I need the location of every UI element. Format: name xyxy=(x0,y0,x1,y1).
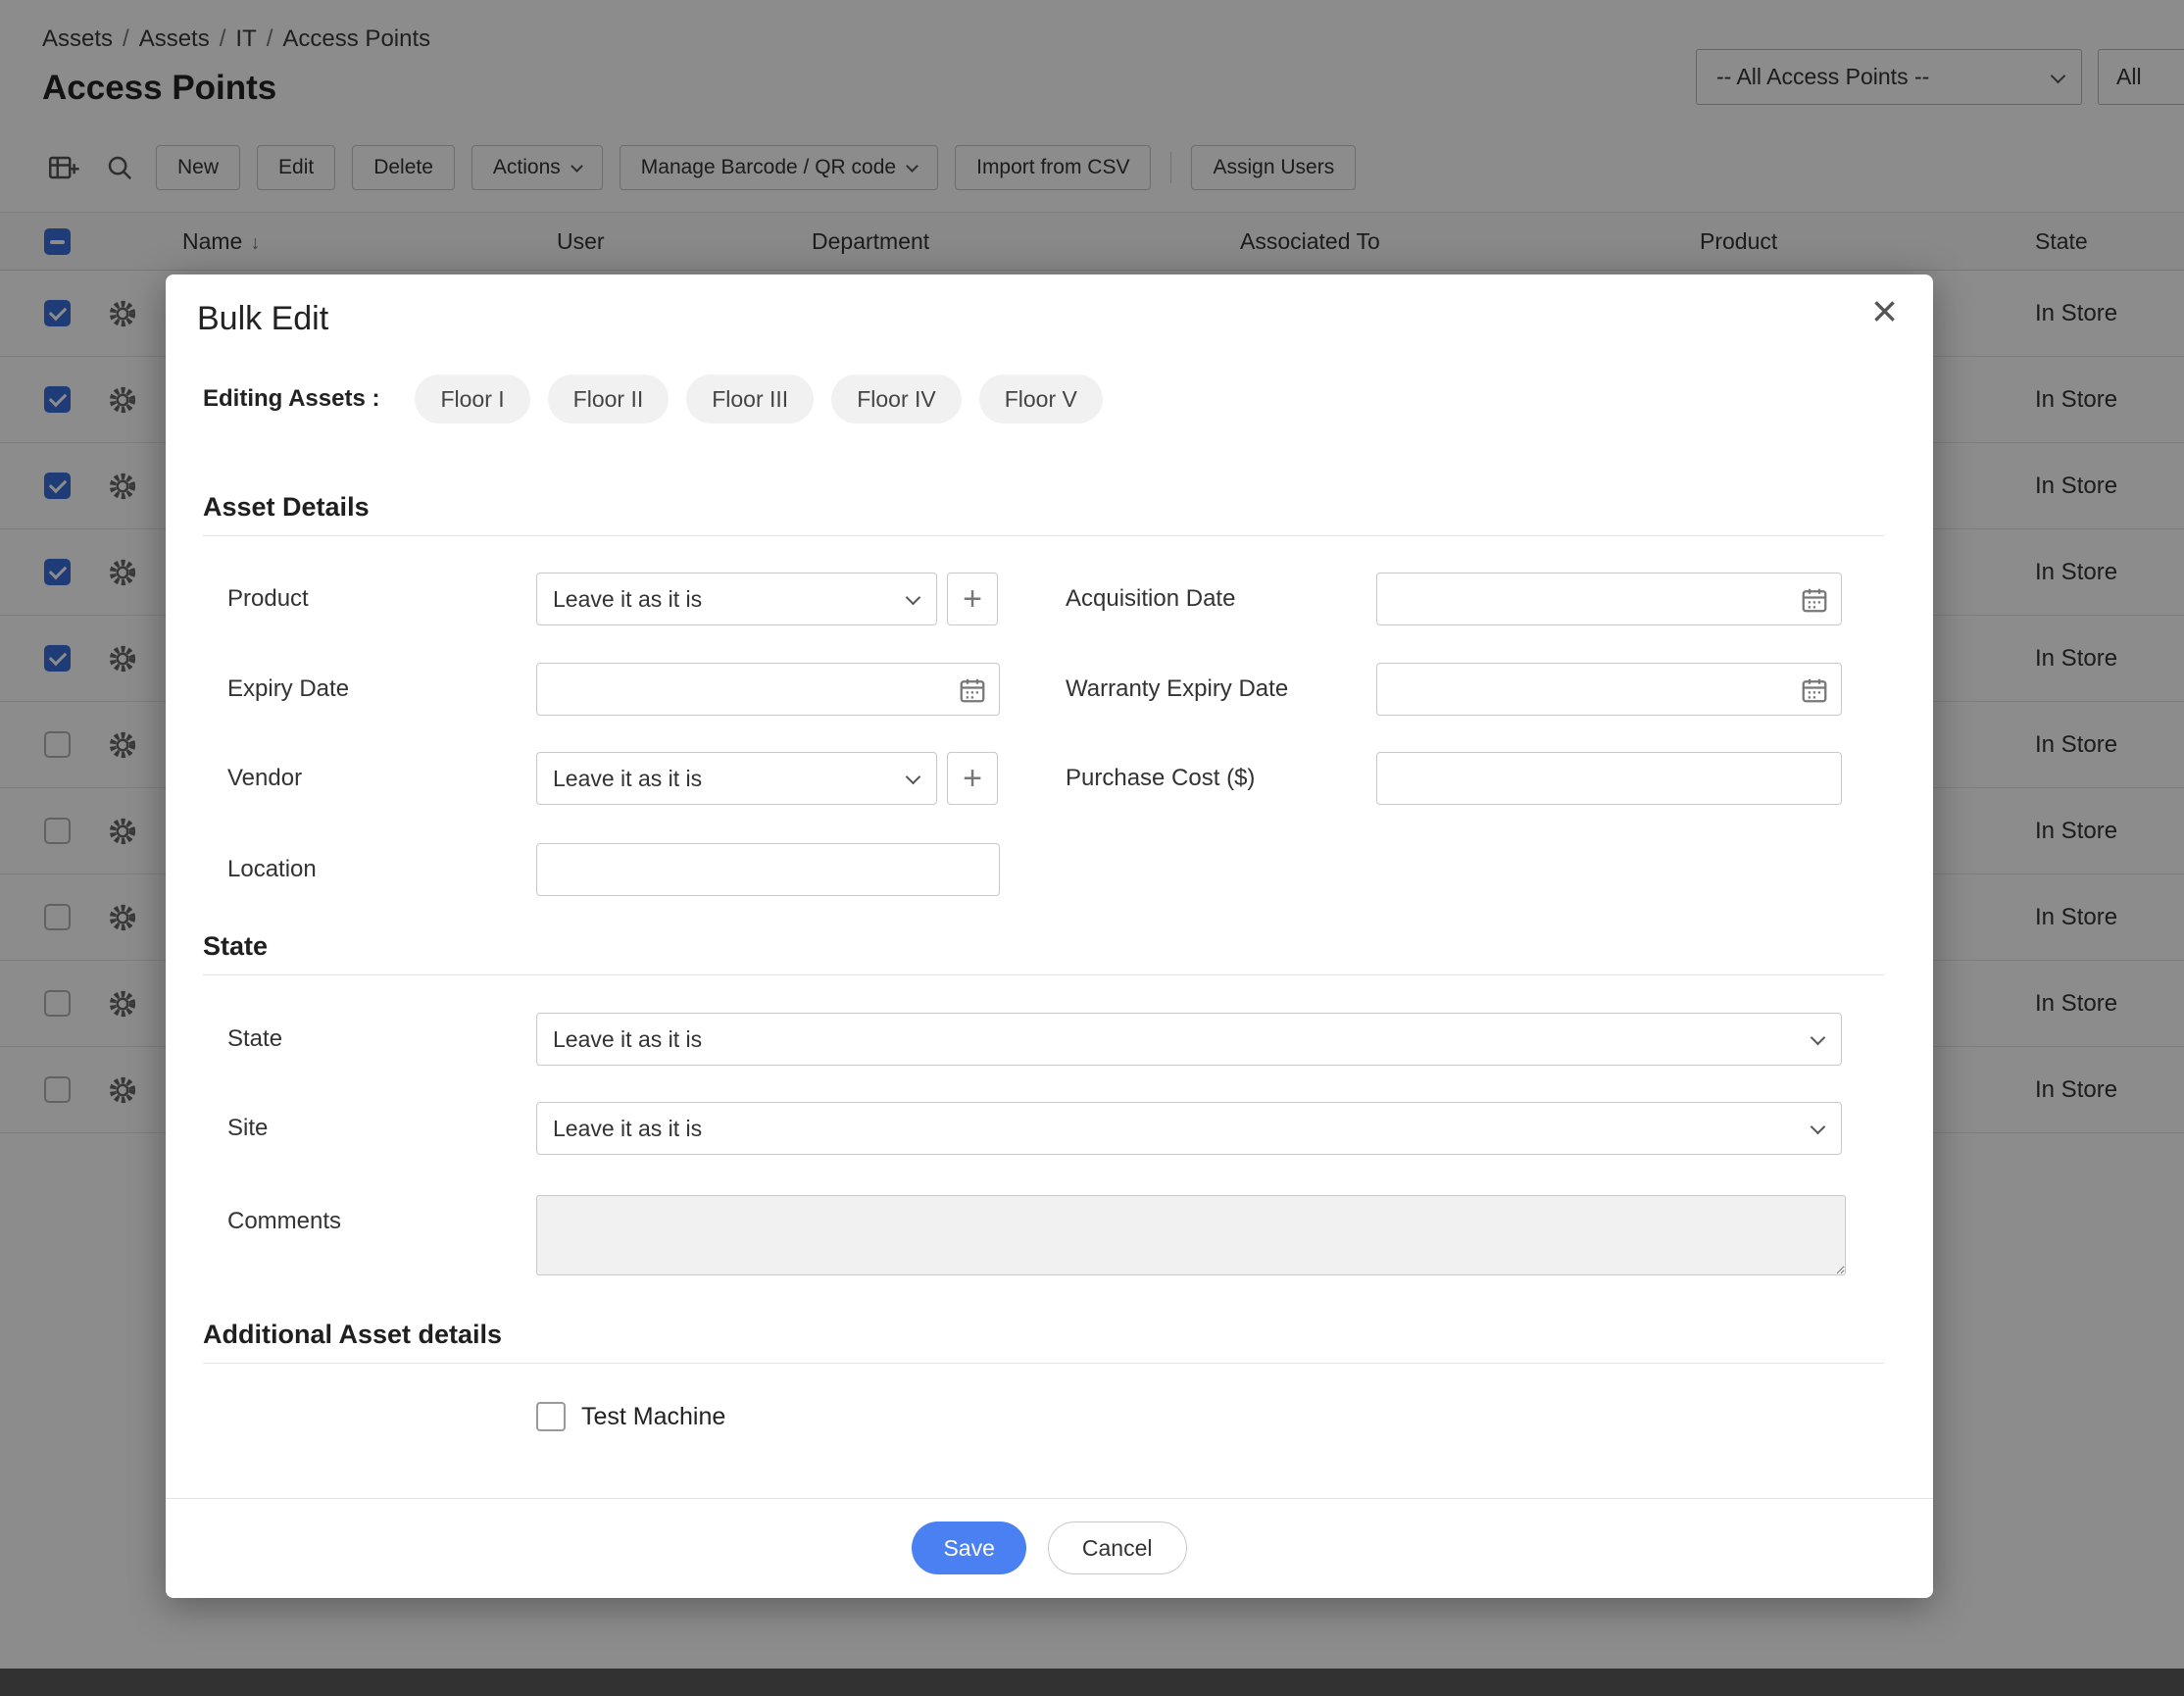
purchase-cost-field[interactable] xyxy=(1376,752,1842,805)
location-label: Location xyxy=(227,843,317,896)
warranty-expiry-date-input[interactable] xyxy=(1377,664,1841,715)
plus-icon: + xyxy=(963,580,982,619)
product-select-value: Leave it as it is xyxy=(553,586,702,613)
expiry-date-label: Expiry Date xyxy=(227,663,349,716)
asset-chip: Floor V xyxy=(979,374,1103,424)
modal-title: Bulk Edit xyxy=(197,300,328,338)
test-machine-label: Test Machine xyxy=(581,1402,725,1431)
warranty-expiry-date-field[interactable] xyxy=(1376,663,1842,716)
state-select[interactable]: Leave it as it is xyxy=(536,1013,1842,1066)
cancel-button[interactable]: Cancel xyxy=(1048,1521,1187,1574)
location-field[interactable] xyxy=(536,843,1000,896)
section-additional-asset-details: Additional Asset details xyxy=(203,1320,502,1350)
section-divider xyxy=(203,535,1884,536)
editing-assets-label: Editing Assets : xyxy=(203,385,379,413)
add-product-button[interactable]: + xyxy=(947,573,998,625)
vendor-select-value: Leave it as it is xyxy=(553,766,702,792)
save-button[interactable]: Save xyxy=(912,1521,1025,1574)
close-icon[interactable]: × xyxy=(1871,288,1898,333)
chevron-down-icon xyxy=(906,770,921,785)
state-select-value: Leave it as it is xyxy=(553,1026,702,1053)
section-divider xyxy=(203,974,1884,975)
footer-divider xyxy=(166,1498,1933,1499)
comments-label: Comments xyxy=(227,1195,341,1248)
acquisition-date-label: Acquisition Date xyxy=(1066,573,1235,625)
purchase-cost-label: Purchase Cost ($) xyxy=(1066,752,1255,805)
site-label: Site xyxy=(227,1102,268,1155)
location-input[interactable] xyxy=(537,844,999,895)
purchase-cost-input[interactable] xyxy=(1377,753,1841,804)
section-divider xyxy=(203,1363,1884,1364)
comments-textarea[interactable] xyxy=(536,1195,1846,1275)
asset-chip: Floor I xyxy=(415,374,529,424)
acquisition-date-field[interactable] xyxy=(1376,573,1842,625)
chevron-down-icon xyxy=(906,590,921,606)
state-label: State xyxy=(227,1013,282,1066)
bulk-edit-modal: Bulk Edit × Editing Assets : Floor I Flo… xyxy=(166,274,1933,1598)
product-label: Product xyxy=(227,573,309,625)
section-state: State xyxy=(203,931,268,962)
acquisition-date-input[interactable] xyxy=(1377,574,1841,624)
site-select-value: Leave it as it is xyxy=(553,1116,702,1142)
site-select[interactable]: Leave it as it is xyxy=(536,1102,1842,1155)
expiry-date-field[interactable] xyxy=(536,663,1000,716)
calendar-icon[interactable] xyxy=(958,675,987,710)
modal-footer: Save Cancel xyxy=(166,1521,1933,1574)
plus-icon: + xyxy=(963,760,982,798)
warranty-expiry-date-label: Warranty Expiry Date xyxy=(1066,663,1288,716)
chevron-down-icon xyxy=(1811,1030,1826,1046)
add-vendor-button[interactable]: + xyxy=(947,752,998,805)
calendar-icon[interactable] xyxy=(1800,585,1829,620)
asset-chip: Floor IV xyxy=(831,374,962,424)
vendor-select[interactable]: Leave it as it is xyxy=(536,752,937,805)
asset-chip: Floor II xyxy=(548,374,670,424)
chevron-down-icon xyxy=(1811,1120,1826,1135)
expiry-date-input[interactable] xyxy=(537,664,999,715)
test-machine-checkbox[interactable] xyxy=(536,1402,566,1431)
asset-chip: Floor III xyxy=(686,374,814,424)
vendor-label: Vendor xyxy=(227,752,302,805)
calendar-icon[interactable] xyxy=(1800,675,1829,710)
section-asset-details: Asset Details xyxy=(203,492,370,523)
product-select[interactable]: Leave it as it is xyxy=(536,573,937,625)
editing-assets-row: Editing Assets : Floor I Floor II Floor … xyxy=(203,374,1120,424)
